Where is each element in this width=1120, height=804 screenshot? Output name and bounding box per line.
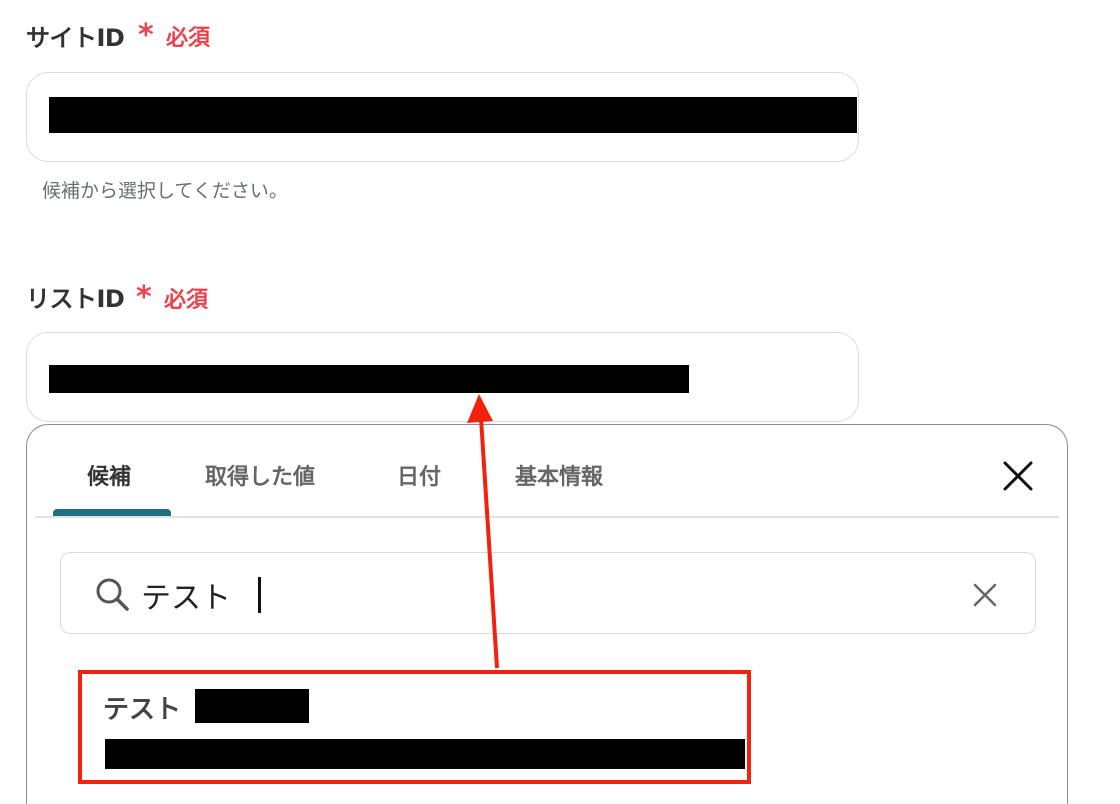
arrow-annotation — [467, 394, 499, 669]
